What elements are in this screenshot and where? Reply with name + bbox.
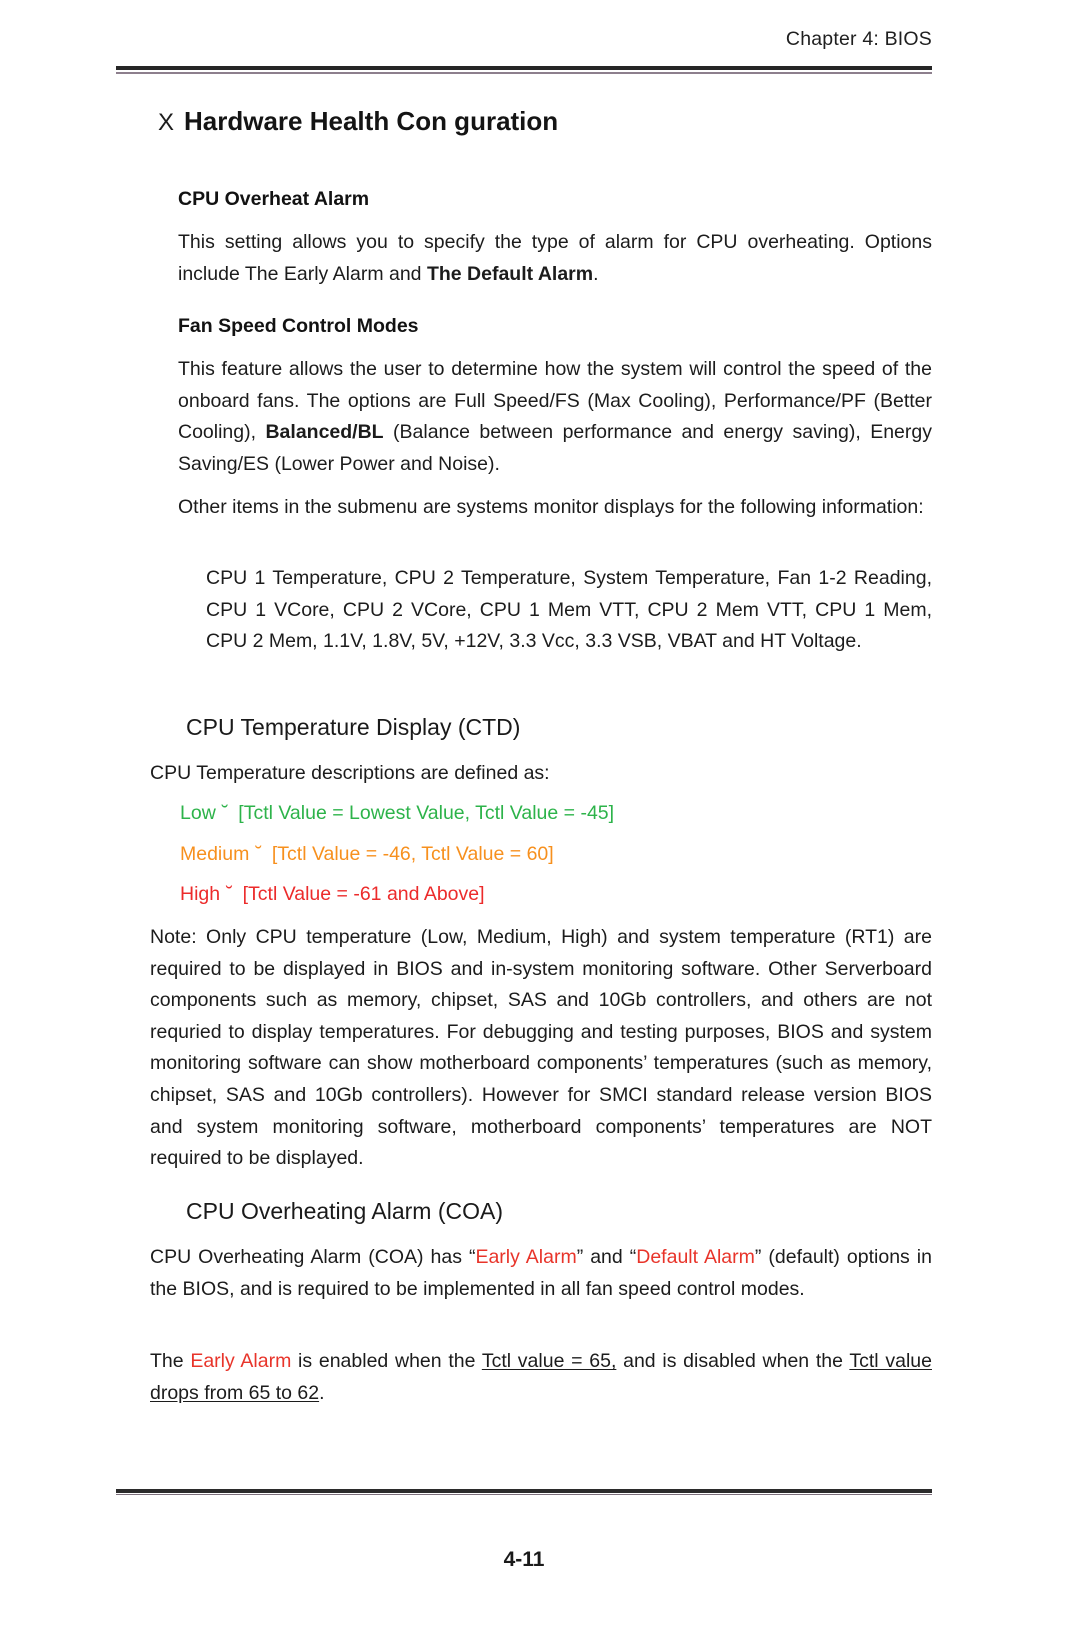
document-page: Chapter 4: BIOS X Hardware Health Con gur… [0,0,1080,1650]
running-header: Chapter 4: BIOS [785,28,932,50]
ctd-level-high-range: [Tctl Value = -61 and Above] [242,883,485,906]
text-segment: The [150,1350,191,1372]
footer-rule-thin [116,1494,932,1496]
paragraph-ctd-intro: CPU Temperature descriptions are defined… [150,762,550,784]
ctd-level-low: Low ˘ [Tctl Value = Lowest Value, Tctl Val… [180,798,932,830]
ctd-level-low-label: Low [180,802,216,824]
text-highlight-early-alarm: Early Alarm [475,1246,577,1268]
text-segment: CPU Overheating Alarm (COA) has “ [150,1246,476,1268]
heading-cpu-overheating-alarm: CPU Overheating Alarm (COA) [186,1198,503,1224]
ctd-level-low-range: [Tctl Value = Lowest Value, Tctl Value =… [238,802,615,824]
text-segment: ” and “ [576,1246,637,1268]
paragraph-ctd-note: Note: Only CPU temperature (Low, Medium,… [150,926,932,1170]
ctd-level-medium-range: [Tctl Value = -46, Tctl Value = 60] [271,842,554,865]
page-number: 4-11 [503,1548,545,1571]
ctd-level-medium: Medium ˘ [Tctl Value = -46, Tctl Value = 6… [180,839,932,871]
footer-rule-thick [116,1489,932,1493]
page-title-text: Hardware Health Con guration [184,106,559,136]
paragraph-coa-options: CPU Overheating Alarm (COA) has “Early A… [150,1242,932,1305]
ctd-level-high: High ˘ [Tctl Value = -61 and Above] [180,879,932,911]
paragraph-submenu-items: Other items in the submenu are systems m… [178,496,924,518]
breve-icon: ˘ [255,842,262,865]
page-title: X Hardware Health Con guration [158,106,558,137]
text-highlight-early-alarm: Early Alarm [190,1350,292,1372]
text-underline-tctl-65: Tctl value = 65, [481,1350,617,1372]
footer-rule [116,1489,932,1496]
text-segment: . [319,1381,325,1404]
breve-icon: ˘ [226,883,233,906]
section-marker-icon: X [158,109,175,136]
heading-cpu-temperature-display: CPU Temperature Display (CTD) [186,714,521,740]
header-rule [116,66,932,74]
ctd-level-medium-label: Medium [180,842,250,865]
paragraph-fan-speed-modes: This feature allows the user to determin… [178,354,932,480]
text-emphasis: Balanced/BL [265,421,384,444]
ctd-level-high-label: High [180,883,221,906]
text-segment: is enabled when the [291,1350,482,1372]
header-rule-thick [116,66,932,70]
heading-fan-speed-control-modes: Fan Speed Control Modes [178,315,419,337]
text-segment: and is disabled when the [616,1350,850,1372]
text-highlight-default-alarm: Default Alarm [636,1246,755,1268]
list-monitored-items: CPU 1 Temperature, CPU 2 Temperature, Sy… [206,567,932,653]
breve-icon: ˘ [221,802,229,824]
text-emphasis: The Default Alarm [426,262,594,285]
paragraph-coa-thresholds: The Early Alarm is enabled when the Tctl… [150,1346,932,1409]
header-rule-thin [116,72,932,74]
text-segment: . [593,262,599,285]
heading-cpu-overheat-alarm: CPU Overheat Alarm [178,188,370,210]
paragraph-cpu-overheat-alarm: This setting allows you to specify the t… [178,227,932,290]
